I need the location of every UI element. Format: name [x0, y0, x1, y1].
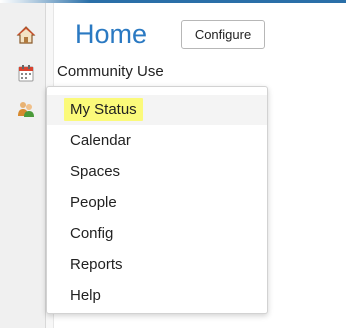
menu-item-help[interactable]: Help: [47, 281, 267, 311]
left-icon-rail: [0, 3, 46, 328]
calendar-icon[interactable]: [16, 63, 36, 83]
menu-item-reports[interactable]: Reports: [47, 250, 267, 280]
people-icon[interactable]: [16, 99, 36, 119]
menu-item-label: My Status: [64, 98, 143, 121]
menu-item-config[interactable]: Config: [47, 219, 267, 249]
menu-item-label: Reports: [70, 256, 123, 273]
page-title: Home: [75, 19, 148, 49]
menu-item-my-status[interactable]: My Status: [47, 95, 267, 125]
menu-item-spaces[interactable]: Spaces: [47, 157, 267, 187]
dropdown-menu: My Status Calendar Spaces People Config …: [46, 86, 268, 314]
menu-item-calendar[interactable]: Calendar: [47, 126, 267, 156]
menu-item-label: Calendar: [70, 132, 131, 149]
menu-item-label: People: [70, 194, 117, 211]
configure-button[interactable]: Configure: [181, 20, 265, 49]
menu-item-people[interactable]: People: [47, 188, 267, 218]
menu-header-community-use[interactable]: Community Use: [57, 63, 164, 80]
menu-item-label: Spaces: [70, 163, 121, 180]
home-icon[interactable]: [16, 25, 36, 45]
menu-item-label: Config: [70, 225, 114, 242]
menu-item-label: Help: [70, 287, 101, 304]
